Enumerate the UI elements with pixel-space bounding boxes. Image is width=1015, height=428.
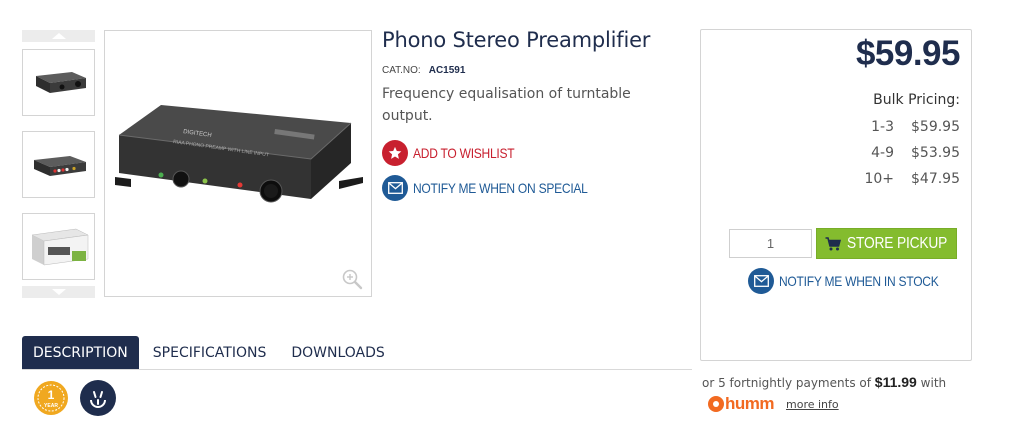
envelope-icon [748,268,774,294]
humm-suffix: with [920,376,947,390]
add-to-wishlist-label: ADD TO WISHLIST [413,145,515,161]
humm-logo: humm [708,394,775,414]
product-description: Frequency equalisation of turntable outp… [382,86,631,124]
tab-description[interactable]: DESCRIPTION [22,336,139,369]
bulk-qty: 1-3 [871,119,894,135]
add-to-wishlist-link[interactable]: ADD TO WISHLIST [382,140,682,166]
warranty-unit: YEAR [44,403,58,409]
envelope-icon [382,175,408,201]
thumbnail-2[interactable] [22,131,95,198]
warranty-number: 1 [48,388,55,402]
packaging-thumb-image [30,228,89,265]
bulk-pricing-row: 4-9 $53.95 [844,140,960,166]
bulk-pricing-row: 10+ $47.95 [844,166,960,192]
catalog-number: CAT.NO: AC1591 [382,65,682,76]
store-pickup-button[interactable]: STORE PICKUP [816,228,957,259]
thumbnail-scroll-down[interactable] [22,286,95,298]
thumbnail-carousel [22,30,95,298]
notify-in-stock-link[interactable]: NOTIFY ME WHEN IN STOCK [748,268,964,294]
cart-icon [825,236,841,250]
bulk-qty: 10+ [864,171,894,187]
catalog-number-label: CAT.NO: [382,65,421,76]
preamp-back-thumb-image [33,155,86,176]
preamplifier-image: DIGITECH RIAA PHONO PREAMP WITH LINE INP… [115,105,363,203]
bulk-pricing-table: 1-3 $59.95 4-9 $53.95 10+ $47.95 [844,114,960,192]
product-title: Phono Stereo Preamplifier [382,28,651,52]
humm-payment-text: or 5 fortnightly payments of $11.99 with [702,374,946,390]
quantity-input[interactable] [729,229,812,258]
catalog-number-value: AC1591 [428,65,466,76]
bulk-pricing-row: 1-3 $59.95 [844,114,960,140]
chevron-up-icon [51,33,66,39]
store-pickup-label: STORE PICKUP [847,234,948,252]
bulk-qty: 4-9 [871,145,894,161]
humm-row: humm more info [708,394,839,414]
product-info: Phono Stereo Preamplifier CAT.NO: AC1591 … [382,28,682,201]
notify-on-special-link[interactable]: NOTIFY ME WHEN ON SPECIAL [382,175,682,201]
warranty-badge-icon: 1 YEAR [34,381,68,415]
tab-downloads[interactable]: DOWNLOADS [280,336,395,369]
australian-plug-icon [80,380,116,416]
price-panel: $59.95 Bulk Pricing: 1-3 $59.95 4-9 $53.… [700,29,972,361]
notify-in-stock-label: NOTIFY ME WHEN IN STOCK [779,273,939,289]
thumbnail-3[interactable] [22,213,95,280]
humm-logo-text: humm [725,394,775,413]
feature-badges: 1 YEAR [33,380,116,416]
humm-swirl-icon [708,396,724,412]
main-product-image[interactable]: DIGITECH RIAA PHONO PREAMP WITH LINE INP… [104,30,372,297]
product-tabs: DESCRIPTION SPECIFICATIONS DOWNLOADS [22,336,692,370]
preamp-thumb-image [35,71,86,93]
tab-specifications[interactable]: SPECIFICATIONS [142,336,278,369]
thumbnail-scroll-up[interactable] [22,30,95,42]
notify-on-special-label: NOTIFY ME WHEN ON SPECIAL [413,180,588,196]
zoom-in-icon[interactable] [341,268,363,290]
product-price: $59.95 [855,34,961,73]
bulk-price: $53.95 [911,145,960,161]
bulk-pricing-title: Bulk Pricing: [873,92,960,108]
humm-amount: $11.99 [874,374,917,390]
star-icon [382,140,408,166]
humm-more-info-link[interactable]: more info [786,398,839,411]
chevron-down-icon [51,289,66,295]
bulk-price: $59.95 [911,119,960,135]
bulk-price: $47.95 [911,171,960,187]
humm-prefix: or 5 fortnightly payments of [702,376,871,390]
thumbnail-1[interactable] [22,49,95,116]
